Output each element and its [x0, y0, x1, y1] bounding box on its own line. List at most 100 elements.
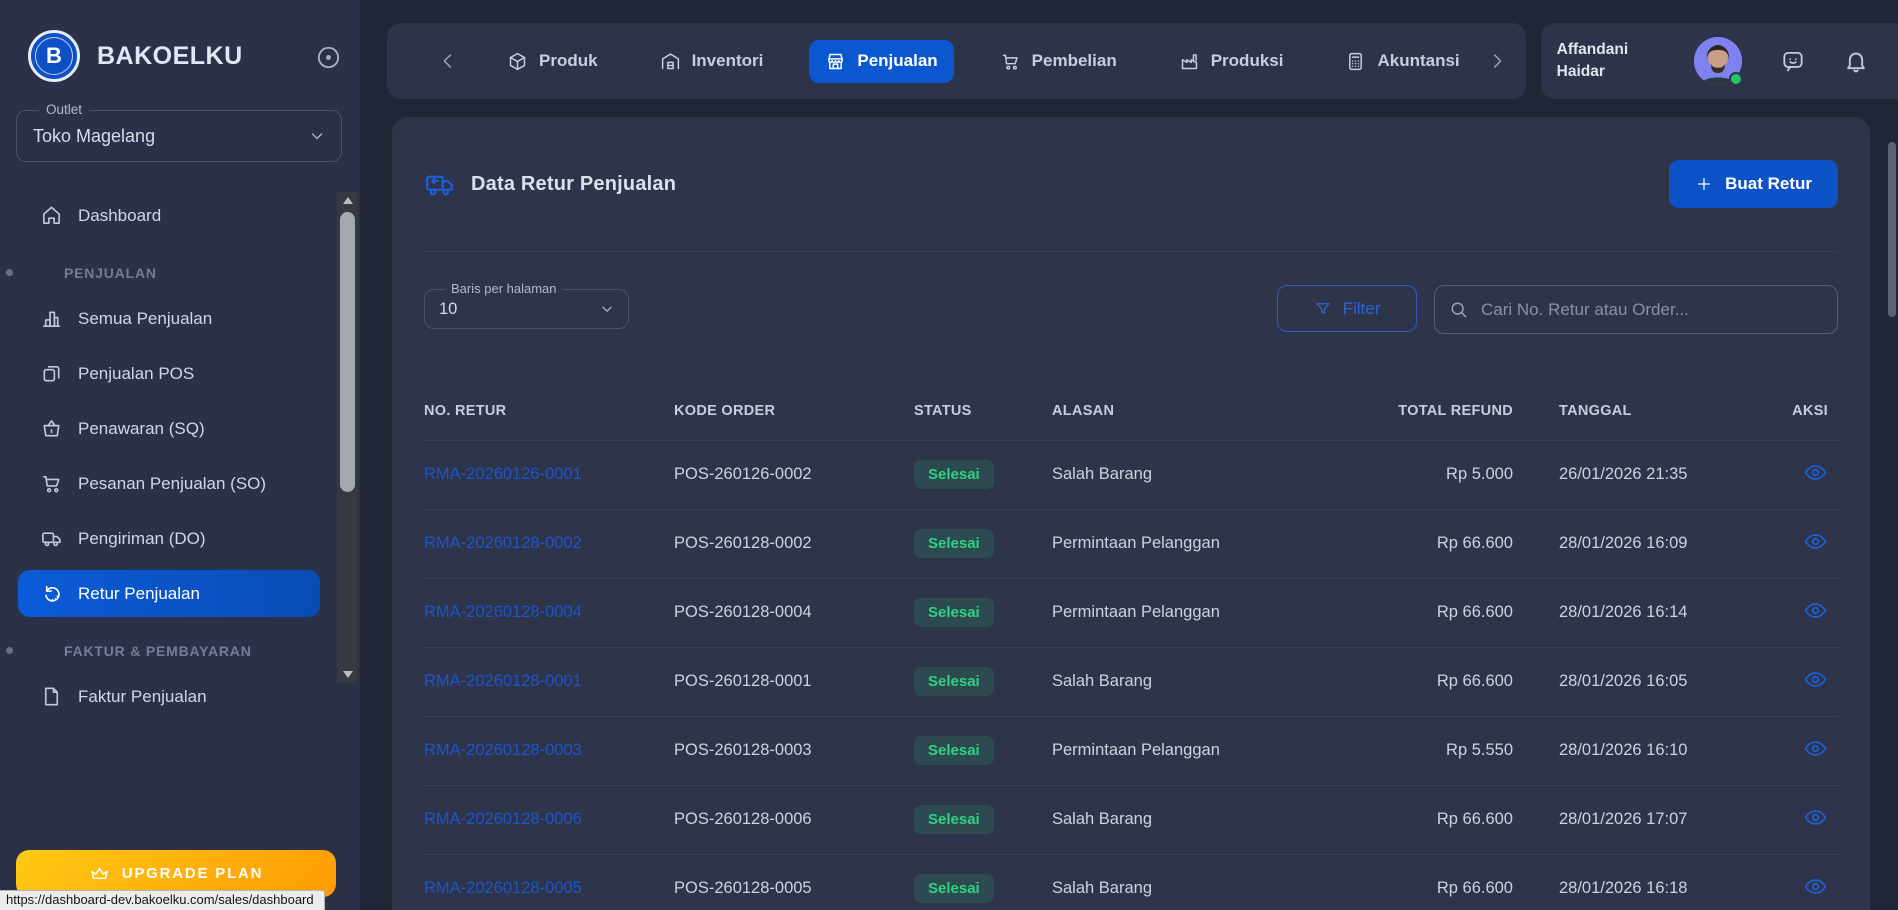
calculator-icon: [1345, 51, 1366, 72]
module-nav: Produk Inventori Penjualan Pembelian Produks…: [387, 23, 1526, 99]
eye-icon: [1803, 529, 1828, 554]
rows-per-page-value: 10: [439, 300, 457, 319]
status-badge: Selesai: [914, 805, 994, 834]
view-detail-button[interactable]: [1803, 460, 1828, 485]
return-number-link[interactable]: RMA-20260128-0003: [424, 741, 582, 759]
eye-icon: [1803, 667, 1828, 692]
order-code-cell: POS-260126-0002: [674, 440, 914, 509]
filter-search-group: Filter: [1277, 285, 1838, 334]
sidebar-item-penawaran-sq[interactable]: Penawaran (SQ): [18, 405, 320, 452]
nav-scroll-left-button[interactable]: [437, 50, 459, 72]
reason-cell: Salah Barang: [1052, 785, 1357, 854]
chevron-down-icon: [598, 300, 616, 318]
page-scrollbar-thumb[interactable]: [1888, 142, 1896, 317]
sidebar-item-label: Dashboard: [78, 206, 161, 226]
sidebar-item-pengiriman-do[interactable]: Pengiriman (DO): [18, 515, 320, 562]
outlet-value: Toko Magelang: [33, 126, 155, 147]
sidebar-item-label: Faktur Penjualan: [78, 687, 207, 707]
return-number-link[interactable]: RMA-20260128-0002: [424, 534, 582, 552]
view-detail-button[interactable]: [1803, 874, 1828, 899]
tab-label: Produksi: [1211, 51, 1284, 71]
outlet-label: Outlet: [39, 102, 89, 117]
sidebar-scrollbar-thumb[interactable]: [340, 212, 355, 492]
messages-button[interactable]: [1780, 48, 1806, 74]
eye-icon: [1803, 460, 1828, 485]
filter-button[interactable]: Filter: [1277, 285, 1417, 332]
view-detail-button[interactable]: [1803, 736, 1828, 761]
eye-icon: [1803, 805, 1828, 830]
tab-produksi[interactable]: Produksi: [1163, 40, 1300, 83]
online-status-dot: [1729, 72, 1743, 86]
reason-cell: Permintaan Pelanggan: [1052, 716, 1357, 785]
notifications-button[interactable]: [1843, 48, 1869, 74]
status-badge: Selesai: [914, 598, 994, 627]
eye-icon: [1803, 874, 1828, 899]
view-detail-button[interactable]: [1803, 598, 1828, 623]
view-detail-button[interactable]: [1803, 667, 1828, 692]
date-cell: 28/01/2026 16:18: [1517, 854, 1757, 910]
view-detail-button[interactable]: [1803, 805, 1828, 830]
main-area: Produk Inventori Penjualan Pembelian Produks…: [360, 0, 1898, 910]
filter-label: Filter: [1343, 299, 1381, 319]
reason-cell: Salah Barang: [1052, 854, 1357, 910]
sidebar-toggle-button[interactable]: [315, 44, 342, 71]
home-icon: [40, 204, 63, 227]
return-number-link[interactable]: RMA-20260128-0001: [424, 672, 582, 690]
sidebar-item-penjualan-pos[interactable]: Penjualan POS: [18, 350, 320, 397]
date-cell: 28/01/2026 16:14: [1517, 578, 1757, 647]
returns-table: NO. RETURKODE ORDERSTATUSALASANTOTAL REF…: [424, 382, 1838, 910]
create-return-label: Buat Retur: [1725, 174, 1812, 194]
view-detail-button[interactable]: [1803, 529, 1828, 554]
sidebar-item-pesanan-penjualan-so[interactable]: Pesanan Penjualan (SO): [18, 460, 320, 507]
status-url-bar: https://dashboard-dev.bakoelku.com/sales…: [0, 890, 325, 910]
tab-produk[interactable]: Produk: [491, 40, 614, 83]
sidebar-item-retur-penjualan[interactable]: Retur Penjualan: [18, 570, 320, 617]
copy-icon: [40, 362, 63, 385]
chevron-down-icon: [307, 126, 327, 146]
total-refund-cell: Rp 66.600: [1357, 854, 1517, 910]
date-cell: 26/01/2026 21:35: [1517, 440, 1757, 509]
tab-akuntansi[interactable]: Akuntansi: [1329, 40, 1475, 83]
bakoelku-logo: B: [28, 30, 80, 82]
return-number-link[interactable]: RMA-20260126-0001: [424, 465, 582, 483]
date-cell: 28/01/2026 16:05: [1517, 647, 1757, 716]
tab-pembelian[interactable]: Pembelian: [984, 40, 1133, 83]
return-number-link[interactable]: RMA-20260128-0005: [424, 879, 582, 897]
nav-scroll-right-button[interactable]: [1486, 50, 1508, 72]
column-header-status: STATUS: [914, 382, 1052, 440]
sidebar-item-semua-penjualan[interactable]: Semua Penjualan: [18, 295, 320, 342]
search-input[interactable]: [1434, 285, 1838, 334]
sidebar-menu: Dashboard PENJUALAN Semua Penjualan Penjual…: [0, 192, 360, 720]
create-return-button[interactable]: Buat Retur: [1669, 160, 1838, 208]
sidebar-section-label: PENJUALAN: [18, 265, 320, 281]
total-refund-cell: Rp 66.600: [1357, 578, 1517, 647]
status-badge: Selesai: [914, 529, 994, 558]
scroll-down-arrow[interactable]: [337, 666, 358, 683]
content-card: Data Retur Penjualan Buat Retur Baris pe…: [392, 117, 1870, 910]
column-header-aksi: AKSI: [1757, 382, 1838, 440]
sidebar-scrollbar[interactable]: [337, 192, 358, 683]
sidebar-item-faktur-penjualan[interactable]: Faktur Penjualan: [18, 673, 320, 720]
brand-name: BAKOELKU: [97, 42, 243, 71]
table-header-row: NO. RETURKODE ORDERSTATUSALASANTOTAL REF…: [424, 382, 1838, 440]
circle-dot-icon: [315, 44, 342, 71]
scroll-up-arrow[interactable]: [337, 192, 358, 209]
return-number-link[interactable]: RMA-20260128-0006: [424, 810, 582, 828]
user-name: Affandani Haidar: [1557, 39, 1657, 84]
module-tabs: Produk Inventori Penjualan Pembelian Produks…: [491, 40, 1476, 83]
return-number-link[interactable]: RMA-20260128-0004: [424, 603, 582, 621]
search-box: [1434, 285, 1838, 334]
user-panel: Affandani Haidar: [1541, 23, 1898, 99]
tab-inventori[interactable]: Inventori: [644, 40, 780, 83]
tab-penjualan[interactable]: Penjualan: [809, 40, 953, 83]
tab-label: Pembelian: [1032, 51, 1117, 71]
outlet-select[interactable]: Outlet Toko Magelang: [16, 110, 342, 162]
rows-per-page-select[interactable]: Baris per halaman 10: [424, 289, 629, 329]
table-controls: Baris per halaman 10 Filter: [424, 285, 1838, 334]
column-header-total-refund: TOTAL REFUND: [1357, 382, 1517, 440]
user-avatar[interactable]: [1694, 37, 1742, 85]
sidebar-item-dashboard[interactable]: Dashboard: [18, 192, 320, 239]
table-row: RMA-20260128-0002POS-260128-0002SelesaiP…: [424, 509, 1838, 578]
rows-per-page-label: Baris per halaman: [445, 281, 563, 296]
sidebar-item-label: Pengiriman (DO): [78, 529, 206, 549]
